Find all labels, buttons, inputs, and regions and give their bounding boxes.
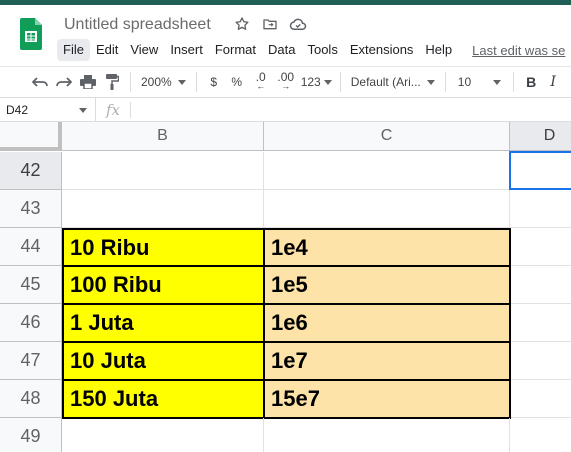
cell-c46[interactable]: 1e6 [263, 303, 511, 343]
cell-b49[interactable] [62, 418, 264, 452]
menu-data[interactable]: Data [262, 39, 301, 61]
chevron-down-icon [426, 79, 435, 85]
menu-view[interactable]: View [124, 39, 164, 61]
undo-icon[interactable] [28, 70, 52, 94]
cell-reference: D42 [6, 102, 29, 117]
zoom-value: 200% [141, 75, 172, 89]
cell-b46[interactable]: 1 Juta [62, 303, 265, 343]
menu-extensions[interactable]: Extensions [344, 39, 420, 61]
cell-c45[interactable]: 1e5 [263, 265, 511, 305]
decrease-decimal-button[interactable]: .0 ← [249, 70, 273, 94]
cell-c42[interactable] [264, 152, 510, 190]
cloud-saved-icon[interactable] [289, 15, 307, 33]
row-header-42[interactable]: 42 [0, 152, 62, 190]
row-header-49[interactable]: 49 [0, 418, 62, 452]
move-folder-icon[interactable] [261, 15, 279, 33]
font-size-select[interactable]: 10 [452, 70, 507, 94]
cell-d47[interactable] [511, 342, 571, 380]
zoom-select[interactable]: 200% [137, 70, 190, 94]
name-box[interactable]: D42 [0, 97, 96, 122]
menu-insert[interactable]: Insert [164, 39, 209, 61]
cell-d44[interactable] [511, 228, 571, 266]
currency-format-button[interactable]: $ [203, 70, 225, 94]
last-edit-link[interactable]: Last edit was se [472, 43, 565, 58]
chevron-down-icon [177, 79, 186, 85]
cell-b43[interactable] [62, 190, 264, 228]
toolbar-divider [195, 72, 197, 92]
toolbar-divider [444, 72, 446, 92]
cell-c43[interactable] [264, 190, 510, 228]
italic-button[interactable]: I [542, 70, 564, 94]
column-header-c[interactable]: C [264, 122, 510, 151]
toolbar: 200% $ % .0 ← .00 → 123 Default (Ari... … [0, 66, 571, 98]
menu-bar: File Edit View Insert Format Data Tools … [57, 38, 565, 62]
chevron-down-icon [493, 79, 502, 85]
chevron-down-icon [323, 79, 332, 85]
cell-c44[interactable]: 1e4 [263, 228, 511, 267]
cell-d45[interactable] [511, 266, 571, 304]
toolbar-divider [513, 72, 515, 92]
print-icon[interactable] [76, 70, 100, 94]
menu-file[interactable]: File [57, 39, 90, 61]
cell-d48[interactable] [511, 380, 571, 418]
cell-b45[interactable]: 100 Ribu [62, 265, 265, 305]
cell-b42[interactable] [62, 152, 264, 190]
star-icon[interactable] [233, 15, 251, 33]
cell-c49[interactable] [264, 418, 510, 452]
formula-input[interactable] [139, 100, 571, 120]
document-title[interactable]: Untitled spreadsheet [64, 16, 211, 34]
window-top-accent [0, 0, 571, 5]
column-header-b[interactable]: B [62, 122, 264, 151]
cell-b47[interactable]: 10 Juta [62, 341, 265, 381]
cell-b48[interactable]: 150 Juta [62, 379, 265, 419]
menu-tools[interactable]: Tools [301, 39, 343, 61]
font-size-value: 10 [457, 75, 472, 89]
cell-d46[interactable] [511, 304, 571, 342]
formula-bar: D42 fx [0, 97, 571, 122]
chevron-down-icon [79, 107, 87, 113]
cell-c47[interactable]: 1e7 [263, 341, 511, 381]
row-header-44[interactable]: 44 [0, 228, 62, 266]
row-header-47[interactable]: 47 [0, 342, 62, 380]
font-family-select[interactable]: Default (Ari... [347, 70, 439, 94]
formula-divider [130, 101, 132, 118]
row-header-46[interactable]: 46 [0, 304, 62, 342]
redo-icon[interactable] [52, 70, 76, 94]
toolbar-divider [130, 72, 131, 92]
increase-decimal-button[interactable]: .00 → [273, 70, 299, 94]
sheets-logo-icon[interactable] [20, 18, 42, 50]
cell-d49[interactable] [510, 418, 571, 452]
title-actions [233, 15, 307, 33]
arrow-left-icon: ← [256, 81, 266, 91]
more-formats-label: 123 [300, 75, 321, 89]
menu-help[interactable]: Help [419, 39, 458, 61]
cell-b44[interactable]: 10 Ribu [62, 228, 265, 267]
row-header-48[interactable]: 48 [0, 380, 62, 418]
menu-edit[interactable]: Edit [90, 39, 124, 61]
paint-format-icon[interactable] [100, 70, 124, 94]
column-header-d[interactable]: D [510, 122, 571, 151]
select-all-corner[interactable] [0, 122, 62, 151]
row-header-45[interactable]: 45 [0, 266, 62, 304]
more-formats-select[interactable]: 123 [299, 70, 334, 94]
fx-icon: fx [106, 100, 121, 119]
bold-button[interactable]: B [520, 70, 542, 94]
font-family-value: Default (Ari... [350, 75, 421, 89]
cell-d43[interactable] [510, 190, 571, 228]
percent-format-button[interactable]: % [225, 70, 249, 94]
menu-format[interactable]: Format [209, 39, 262, 61]
selected-cell-outline [509, 151, 571, 190]
arrow-right-icon: → [281, 81, 291, 91]
cell-c48[interactable]: 15e7 [263, 379, 511, 419]
toolbar-divider [339, 72, 341, 92]
row-header-43[interactable]: 43 [0, 190, 62, 228]
spreadsheet-grid[interactable]: B C D 42 43 44 10 Ribu 1e4 45 100 Ribu 1… [0, 122, 571, 452]
